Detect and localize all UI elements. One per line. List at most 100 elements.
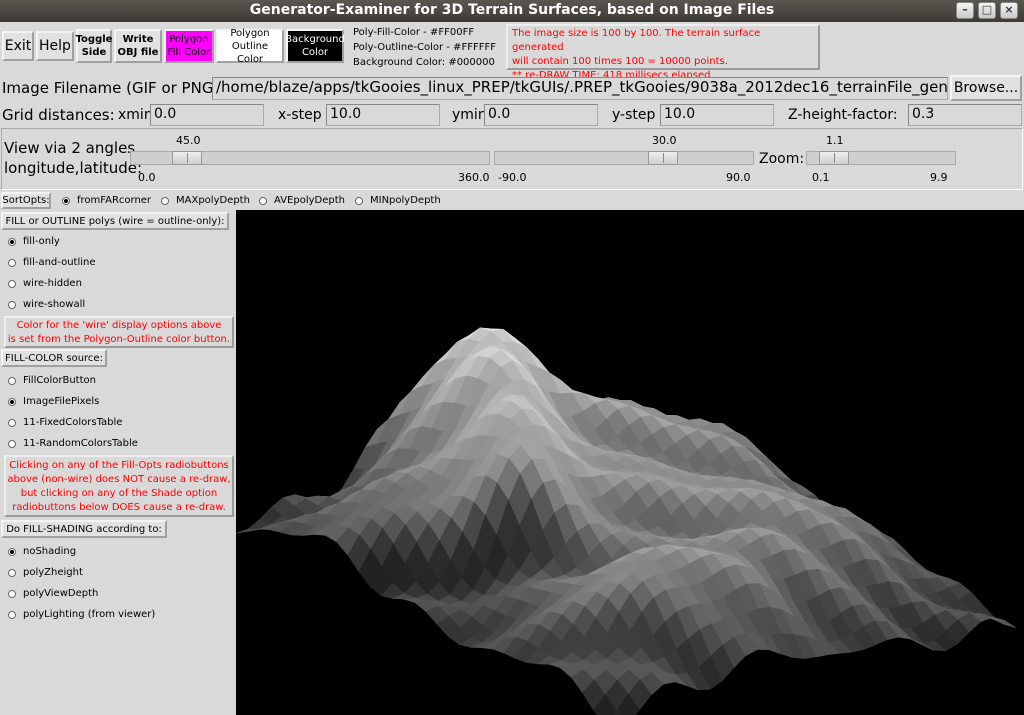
radio-indicator-icon (8, 279, 16, 288)
sort-radio-0[interactable]: fromFARcorner (62, 195, 151, 206)
zoom-label: Zoom: (759, 151, 805, 167)
shade-radio-3[interactable]: polyLighting (from viewer) (8, 609, 155, 620)
radio-indicator-icon (259, 196, 267, 205)
fill-radio-1[interactable]: fill-and-outline (8, 257, 96, 268)
shade-radio-2[interactable]: polyViewDepth (8, 588, 98, 599)
longitude-slider-thumb[interactable] (172, 151, 202, 165)
source-radio-2[interactable]: 11-FixedColorsTable (8, 417, 122, 428)
view-angles-label: View via 2 angles (4, 139, 136, 157)
sort-options-button[interactable]: SortOpts: (1, 192, 51, 209)
z-height-factor-input[interactable]: 0.3 (908, 104, 1022, 126)
image-filename-label: Image Filename (GIF or PNG): (2, 79, 225, 97)
sort-radio-2[interactable]: AVEpolyDepth (259, 195, 345, 206)
source-radio-label: FillColorButton (23, 375, 96, 386)
radio-indicator-icon (8, 568, 16, 577)
shade-radio-0[interactable]: noShading (8, 546, 76, 557)
fill-radio-0[interactable]: fill-only (8, 236, 60, 247)
latitude-slider[interactable] (494, 151, 754, 165)
window-titlebar: Generator-Examiner for 3D Terrain Surfac… (0, 0, 1024, 22)
sort-radio-label: fromFARcorner (77, 195, 152, 206)
status-message: The image size is 100 by 100. The terrai… (506, 24, 820, 81)
window-title: Generator-Examiner for 3D Terrain Surfac… (249, 2, 775, 18)
source-radio-label: ImageFilePixels (23, 396, 100, 407)
longitude-value: 45.0 (176, 134, 201, 147)
polygon-fill-color-button[interactable]: Polygon Fill Color (164, 29, 214, 63)
shade-radio-label: polyZheight (23, 567, 83, 578)
toggle-side-button[interactable]: Toggle Side (76, 29, 112, 63)
fill-shading-header[interactable]: Do FILL-SHADING according to: (1, 520, 167, 538)
fill-radio-3[interactable]: wire-showall (8, 299, 85, 310)
xstep-label: x-step (278, 107, 322, 123)
ystep-label: y-step (612, 107, 656, 123)
fill-radio-label: wire-hidden (23, 278, 82, 289)
source-radio-label: 11-FixedColorsTable (23, 417, 123, 428)
ymin-input[interactable]: 0.0 (484, 104, 598, 126)
radio-indicator-icon (8, 418, 16, 427)
grid-distances-label: Grid distances: (2, 106, 115, 124)
radio-indicator-icon (8, 300, 16, 309)
longitude-max: 360.0 (458, 171, 490, 184)
radio-indicator-icon (8, 439, 16, 448)
source-radio-0[interactable]: FillColorButton (8, 375, 96, 386)
close-icon[interactable]: × (1000, 2, 1018, 19)
fill-radio-label: wire-showall (23, 299, 86, 310)
fill-radio-label: fill-and-outline (23, 257, 96, 268)
zoom-slider-thumb[interactable] (819, 151, 849, 165)
fill-color-source-header[interactable]: FILL-COLOR source: (1, 349, 107, 367)
terrain-surface-render (236, 327, 1017, 715)
radio-indicator-icon (355, 196, 363, 205)
longitude-min: 0.0 (138, 171, 156, 184)
zoom-value: 1.1 (826, 134, 844, 147)
radio-indicator-icon (8, 397, 16, 406)
latitude-slider-thumb[interactable] (648, 151, 678, 165)
radio-indicator-icon (8, 610, 16, 619)
fill-radio-2[interactable]: wire-hidden (8, 278, 82, 289)
fill-color-info: Poly-Fill-Color - #FF00FF (353, 27, 475, 38)
redraw-note: Clicking on any of the Fill-Opts radiobu… (4, 455, 234, 517)
fill-outline-header[interactable]: FILL or OUTLINE polys (wire = outline-on… (1, 212, 229, 230)
shade-radio-label: polyLighting (from viewer) (23, 609, 156, 620)
sort-radio-label: MAXpolyDepth (176, 195, 250, 206)
wire-color-note: Color for the 'wire' display options abo… (4, 316, 234, 348)
exit-button[interactable]: Exit (2, 31, 34, 61)
polygon-outline-color-button[interactable]: Polygon Outline Color (216, 28, 284, 65)
ymin-label: ymin (452, 107, 487, 123)
background-color-button[interactable]: Background Color (285, 29, 345, 63)
xmin-label: xmin (118, 107, 153, 123)
radio-indicator-icon (161, 196, 169, 205)
source-radio-1[interactable]: ImageFilePixels (8, 396, 99, 407)
help-button[interactable]: Help (36, 31, 74, 61)
zoom-max: 9.9 (930, 171, 948, 184)
sort-radio-label: AVEpolyDepth (274, 195, 345, 206)
sort-radio-3[interactable]: MINpolyDepth (355, 195, 441, 206)
radio-indicator-icon (8, 258, 16, 267)
maximize-icon[interactable]: □ (978, 2, 996, 19)
minimize-icon[interactable]: – (956, 2, 974, 19)
source-radio-label: 11-RandomColorsTable (23, 438, 138, 449)
shade-radio-label: noShading (23, 546, 77, 557)
radio-indicator-icon (8, 547, 16, 556)
source-radio-3[interactable]: 11-RandomColorsTable (8, 438, 138, 449)
xstep-input[interactable]: 10.0 (326, 104, 440, 126)
image-filename-input[interactable]: /home/blaze/apps/tkGooies_linux_PREP/tkG… (212, 77, 948, 100)
longitude-latitude-label: longitude,latitude: (4, 159, 143, 177)
radio-indicator-icon (8, 589, 16, 598)
sort-radio-1[interactable]: MAXpolyDepth (161, 195, 250, 206)
latitude-max: 90.0 (726, 171, 751, 184)
radio-indicator-icon (8, 376, 16, 385)
zoom-slider[interactable] (806, 151, 956, 165)
terrain-canvas[interactable] (236, 210, 1024, 715)
longitude-slider[interactable] (130, 151, 490, 165)
zoom-min: 0.1 (812, 171, 830, 184)
write-obj-button[interactable]: Write OBJ file (114, 29, 162, 63)
fill-radio-label: fill-only (23, 236, 60, 247)
browse-button[interactable]: Browse... (950, 75, 1022, 101)
background-color-info: Background Color: #000000 (353, 57, 495, 68)
shade-radio-1[interactable]: polyZheight (8, 567, 83, 578)
ystep-input[interactable]: 10.0 (660, 104, 774, 126)
sort-radio-label: MINpolyDepth (370, 195, 441, 206)
radio-indicator-icon (8, 237, 16, 246)
latitude-min: -90.0 (498, 171, 527, 184)
radio-indicator-icon (62, 196, 70, 205)
xmin-input[interactable]: 0.0 (150, 104, 264, 126)
